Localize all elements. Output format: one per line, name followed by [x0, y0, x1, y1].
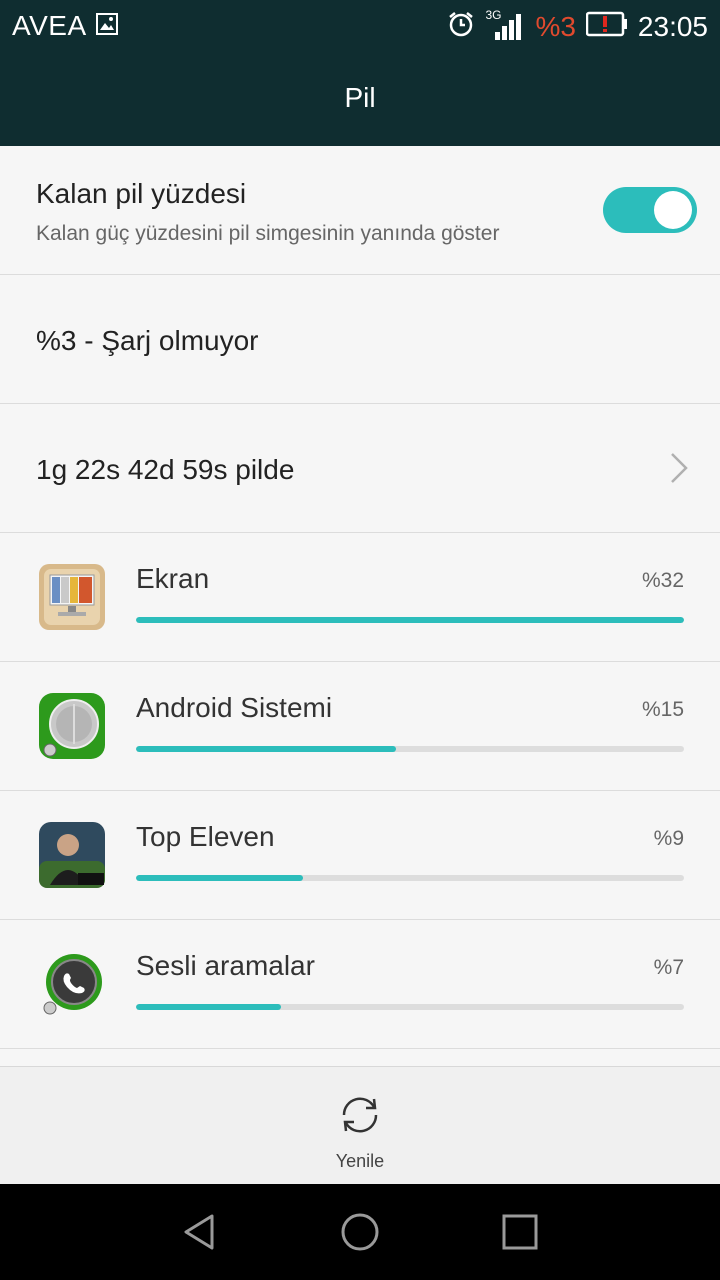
time-on-battery-text: 1g 22s 42d 59s pilde	[36, 454, 295, 485]
app-percent: %15	[641, 698, 684, 721]
app-name: Android Sistemi	[136, 692, 333, 723]
chevron-right-icon	[671, 453, 688, 483]
charge-status-text: %3 - Şarj olmuyor	[36, 325, 259, 356]
usage-bar-fill	[136, 875, 304, 881]
toggle-knob	[654, 191, 692, 229]
battery-percent-text: %3	[535, 10, 576, 42]
screen-icon	[39, 564, 105, 630]
recent-apps-icon[interactable]	[498, 1210, 542, 1254]
battery-percent-toggle[interactable]	[603, 187, 697, 233]
battery-content: Kalan pil yüzdesi Kalan güç yüzdesini pi…	[0, 146, 720, 1066]
page-title: Pil	[344, 82, 376, 113]
back-icon[interactable]	[178, 1210, 222, 1254]
android-system-icon	[39, 693, 105, 759]
time-on-battery-row[interactable]: 1g 22s 42d 59s pilde	[0, 404, 720, 533]
top-eleven-icon	[39, 822, 105, 888]
app-name: Top Eleven	[136, 821, 275, 852]
usage-row-sesli-aramalar[interactable]: Sesli aramalar %7	[0, 920, 720, 1049]
app-percent: %7	[653, 956, 684, 979]
setting-title: Kalan pil yüzdesi	[36, 178, 247, 209]
usage-bar	[136, 617, 684, 623]
usage-row-ekran[interactable]: Ekran %32	[0, 533, 720, 662]
signal-icon: 3G	[485, 8, 525, 42]
setting-subtitle: Kalan güç yüzdesini pil simgesinin yanın…	[36, 222, 500, 245]
phone-call-icon	[43, 954, 102, 1015]
status-bar: AVEA 3G %3 23:05	[0, 0, 720, 52]
image-icon	[95, 12, 119, 41]
app-percent: %32	[641, 569, 684, 592]
home-icon[interactable]	[338, 1210, 382, 1254]
charge-status-row: %3 - Şarj olmuyor	[0, 275, 720, 404]
usage-row-top-eleven[interactable]: Top Eleven %9	[0, 791, 720, 920]
alarm-icon	[447, 10, 475, 43]
status-left: AVEA	[12, 10, 119, 42]
clock: 23:05	[637, 10, 708, 42]
refresh-label: Yenile	[335, 1151, 385, 1171]
usage-bar	[136, 1004, 684, 1010]
app-percent: %9	[653, 827, 684, 850]
usage-bar-fill	[136, 746, 397, 752]
usage-bar-fill	[136, 617, 684, 623]
bottom-action-bar: Yenile	[0, 1066, 720, 1184]
usage-bar-fill	[136, 1004, 282, 1010]
refresh-button[interactable]: Yenile	[310, 1089, 410, 1175]
navigation-bar	[0, 1184, 720, 1280]
app-name: Ekran	[136, 563, 210, 594]
battery-low-icon	[585, 11, 628, 42]
app-name: Sesli aramalar	[136, 950, 315, 981]
refresh-icon	[342, 1097, 378, 1133]
usage-bar	[136, 746, 684, 752]
usage-bar	[136, 875, 684, 881]
title-bar: Pil	[0, 52, 720, 146]
usage-row-android-sistemi[interactable]: Android Sistemi %15	[0, 662, 720, 791]
status-right: 3G %3 23:05	[447, 8, 708, 43]
battery-percent-setting[interactable]: Kalan pil yüzdesi Kalan güç yüzdesini pi…	[0, 146, 720, 275]
carrier-name: AVEA	[12, 10, 87, 41]
